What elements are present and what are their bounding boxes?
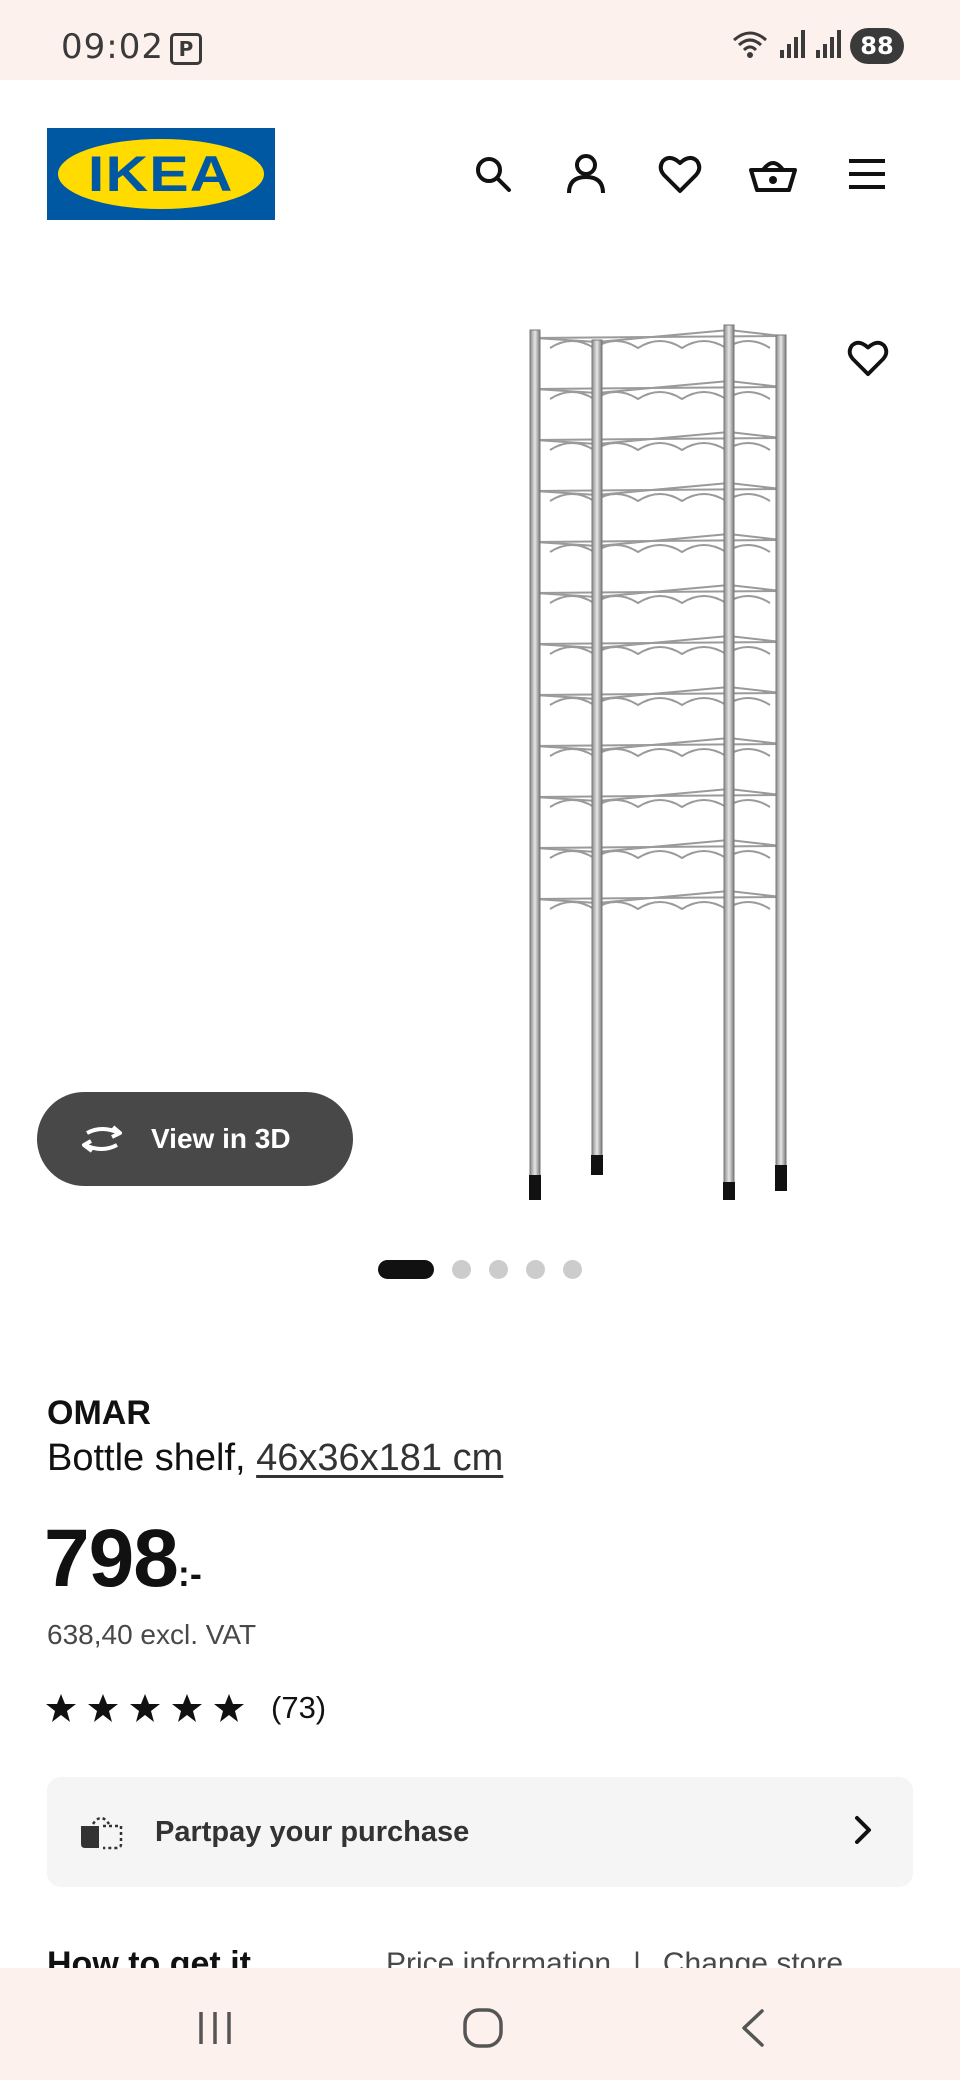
review-count: (73) [271,1690,327,1725]
shelf-wire [549,340,771,350]
rating-stars [45,1693,245,1723]
signal-icon [814,28,842,65]
menu-icon[interactable] [837,144,897,204]
product-name: OMAR [47,1394,151,1432]
wifi-icon [730,28,770,65]
price-excl-vat: 638,40 excl. VAT [47,1619,257,1650]
gallery-dot[interactable] [452,1260,471,1279]
add-to-favourites-button[interactable] [836,326,900,390]
basket-icon[interactable] [743,144,803,204]
search-icon[interactable] [463,144,523,204]
signal-icon [778,28,806,65]
chevron-right-icon [855,1816,871,1844]
star-icon [172,1694,202,1722]
back-icon[interactable] [723,1998,783,2058]
status-time: 09:02 [61,27,164,67]
product-image [529,324,787,1200]
shelf-wire [549,595,771,605]
shelf-wire [549,646,771,656]
gallery-dot[interactable] [378,1260,434,1279]
product-dimensions-link[interactable]: 46x36x181 cm [256,1437,503,1479]
shelf-wire [549,493,771,503]
product-gallery[interactable]: View in 3D [0,270,960,1279]
favourites-icon[interactable] [650,144,710,204]
status-icons: 88 [730,26,904,66]
star-icon [130,1694,160,1722]
ikea-logo[interactable]: IKEA [47,128,275,220]
shelf-wire [549,901,771,911]
view-in-3d-button[interactable]: View in 3D [37,1092,353,1186]
shelf-wire [549,850,771,860]
product-price: 798 :- [44,1512,202,1606]
partpay-label: Partpay your purchase [155,1815,470,1848]
gallery-dot[interactable] [526,1260,545,1279]
product-description: Bottle shelf, 46x36x181 cm [47,1437,503,1480]
site-header: IKEA [0,80,960,270]
account-icon[interactable] [556,144,616,204]
rotate-3d-icon [82,1125,122,1153]
status-bar: 09:02 P 88 [0,0,960,80]
product-rating[interactable]: (73) [45,1690,326,1726]
system-nav-bar [0,1968,960,2080]
battery-icon: 88 [850,28,904,64]
parking-indicator: P [170,33,202,65]
home-icon[interactable] [453,1998,513,2058]
partpay-icon [81,1816,123,1850]
view-in-3d-label: View in 3D [151,1123,291,1154]
shelf-wire [549,799,771,809]
star-icon [214,1694,244,1722]
shelf-wire [549,697,771,707]
star-icon [88,1694,118,1722]
partpay-button[interactable]: Partpay your purchase [47,1777,913,1887]
logo-text: IKEA [88,146,234,202]
shelf-wire [549,748,771,758]
shelf-wire [549,442,771,452]
price-main: 798 [44,1513,179,1604]
gallery-pagination [378,1260,582,1279]
price-suffix: :- [177,1553,202,1594]
shelf-wire [549,391,771,401]
heart-icon [847,340,889,377]
gallery-dot[interactable] [563,1260,582,1279]
product-type: Bottle shelf, [47,1437,257,1479]
shelf-wire [549,544,771,554]
logo-oval: IKEA [58,139,264,209]
gallery-dot[interactable] [489,1260,508,1279]
recent-apps-icon[interactable] [185,1998,245,2058]
star-icon [46,1694,76,1722]
